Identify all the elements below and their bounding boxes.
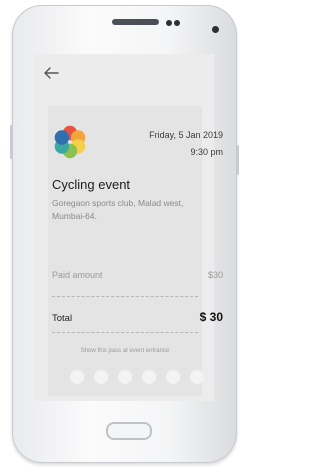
power-button: [236, 145, 239, 175]
back-arrow-icon[interactable]: [42, 65, 60, 81]
paid-amount-label: Paid amount: [52, 270, 103, 280]
ticket-edge-notch: [70, 370, 84, 384]
ticket-edge-notch: [166, 370, 180, 384]
home-button[interactable]: [106, 422, 152, 440]
ticket-edge-notch: [94, 370, 108, 384]
total-value: $ 30: [199, 310, 223, 324]
phone-sensor: [166, 20, 172, 26]
divider: [52, 296, 198, 297]
phone-sensor: [174, 20, 180, 26]
front-camera: [212, 26, 219, 33]
paid-amount-value: $30: [207, 270, 223, 280]
pass-instruction: Show this pass at event entrance: [80, 348, 170, 354]
event-title: Cycling event: [52, 177, 131, 192]
volume-button: [10, 125, 13, 159]
divider: [52, 332, 198, 333]
event-address: Goregaon sports club, Malad west, Mumbai…: [52, 198, 184, 221]
ticket-edge-notch: [118, 370, 132, 384]
ticket-edge-notch: [190, 370, 204, 384]
event-date: Friday, 5 Jan 2019: [149, 130, 223, 140]
ticket-edge-notch: [142, 370, 156, 384]
flower-logo-icon: [54, 125, 86, 159]
event-time: 9:30 pm: [190, 147, 223, 157]
total-label: Total: [52, 313, 73, 324]
phone-speaker: [112, 19, 159, 25]
